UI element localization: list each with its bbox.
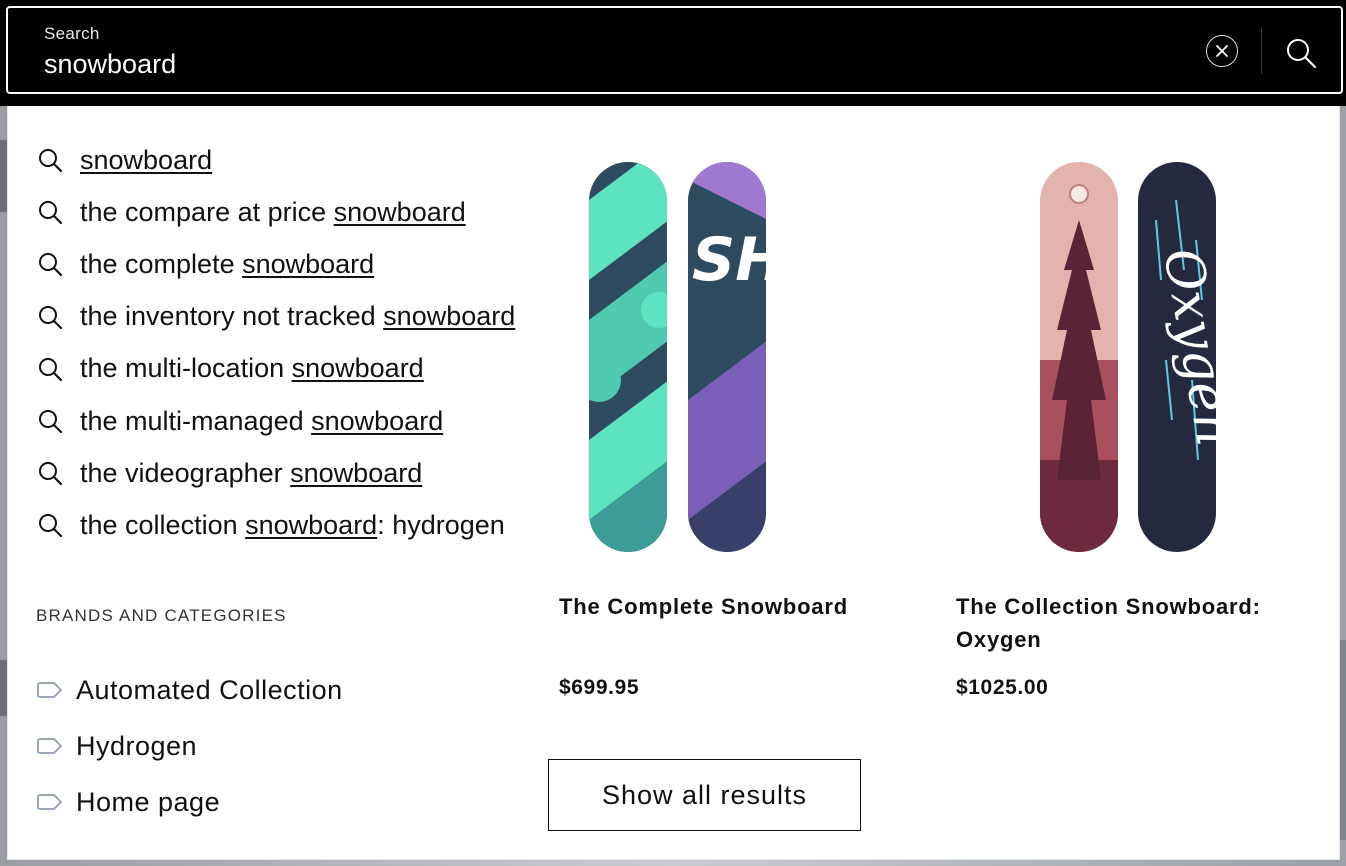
- suggestion-item[interactable]: the collection snowboard: hydrogen: [36, 499, 576, 551]
- suggestion-text: the multi-managed snowboard: [80, 405, 444, 436]
- product-price: $1025.00: [956, 676, 1049, 699]
- search-icon: [36, 459, 64, 487]
- search-icon: [36, 303, 64, 331]
- suggestion-text: the compare at price snowboard: [80, 196, 466, 227]
- brand-label: Hydrogen: [76, 730, 198, 761]
- product-price: $699.95: [559, 676, 640, 699]
- suggestion-item[interactable]: the multi-managed snowboard: [36, 395, 576, 447]
- search-label: Search: [44, 24, 100, 43]
- search-icon: [36, 407, 64, 435]
- suggestion-item[interactable]: the videographer snowboard: [36, 447, 576, 499]
- show-all-results-button[interactable]: Show all results: [548, 759, 861, 831]
- brand-label: Home page: [76, 786, 221, 817]
- background-element: [1340, 640, 1346, 840]
- brand-label: Automated Collection: [76, 674, 343, 705]
- product-image: SHOPIFY: [559, 160, 899, 560]
- suggestion-item[interactable]: the compare at price snowboard: [36, 186, 576, 238]
- brand-item[interactable]: Automated Collection: [36, 662, 343, 718]
- suggestion-item[interactable]: the inventory not tracked snowboard: [36, 291, 576, 343]
- suggestion-text: snowboard: [80, 144, 213, 175]
- tag-icon: [36, 732, 64, 760]
- suggestion-text: the complete snowboard: [80, 248, 375, 279]
- search-input[interactable]: [44, 46, 1144, 82]
- search-icon: [36, 250, 64, 278]
- suggestion-item[interactable]: the multi-location snowboard: [36, 343, 576, 395]
- search-icon: [1287, 39, 1317, 69]
- search-bar: Search: [0, 0, 1346, 106]
- predictive-search-dropdown: snowboard the compare at price snowboard…: [7, 106, 1340, 860]
- brand-item[interactable]: Home page: [36, 774, 343, 830]
- divider: [1261, 28, 1262, 74]
- product-title: The Complete Snowboard: [559, 594, 848, 619]
- search-icon: [36, 198, 64, 226]
- search-icon: [36, 146, 64, 174]
- product-card[interactable]: SHOPIFY The Complete Snowboard $699.95: [559, 160, 899, 699]
- search-icon: [36, 355, 64, 383]
- suggestion-text: the videographer snowboard: [80, 457, 423, 488]
- brands-list: Automated Collection Hydrogen Home page: [36, 662, 343, 830]
- suggestion-text: the inventory not tracked snowboard: [80, 301, 516, 332]
- search-button[interactable]: [1284, 36, 1318, 70]
- suggestion-text: the collection snowboard: hydrogen: [80, 509, 505, 540]
- clear-search-button[interactable]: [1206, 35, 1238, 67]
- search-icon: [36, 511, 64, 539]
- product-title: The Collection Snowboard: Oxygen: [956, 594, 1261, 652]
- tag-icon: [36, 788, 64, 816]
- product-image: Oxygen: [956, 160, 1296, 560]
- brands-section-title: BRANDS AND CATEGORIES: [36, 606, 287, 625]
- suggestion-text: the multi-location snowboard: [80, 353, 424, 384]
- suggestions-list: snowboard the compare at price snowboard…: [36, 134, 576, 552]
- search-field[interactable]: Search: [6, 6, 1343, 94]
- product-card[interactable]: Oxygen The Collection Snowboard: Oxygen …: [956, 160, 1296, 699]
- brand-item[interactable]: Hydrogen: [36, 718, 343, 774]
- suggestion-item[interactable]: snowboard: [36, 134, 576, 186]
- suggestion-item[interactable]: the complete snowboard: [36, 238, 576, 290]
- tag-icon: [36, 676, 64, 704]
- product-board-graphic-text: SHOPIFY: [692, 225, 899, 295]
- close-icon: [1216, 45, 1228, 57]
